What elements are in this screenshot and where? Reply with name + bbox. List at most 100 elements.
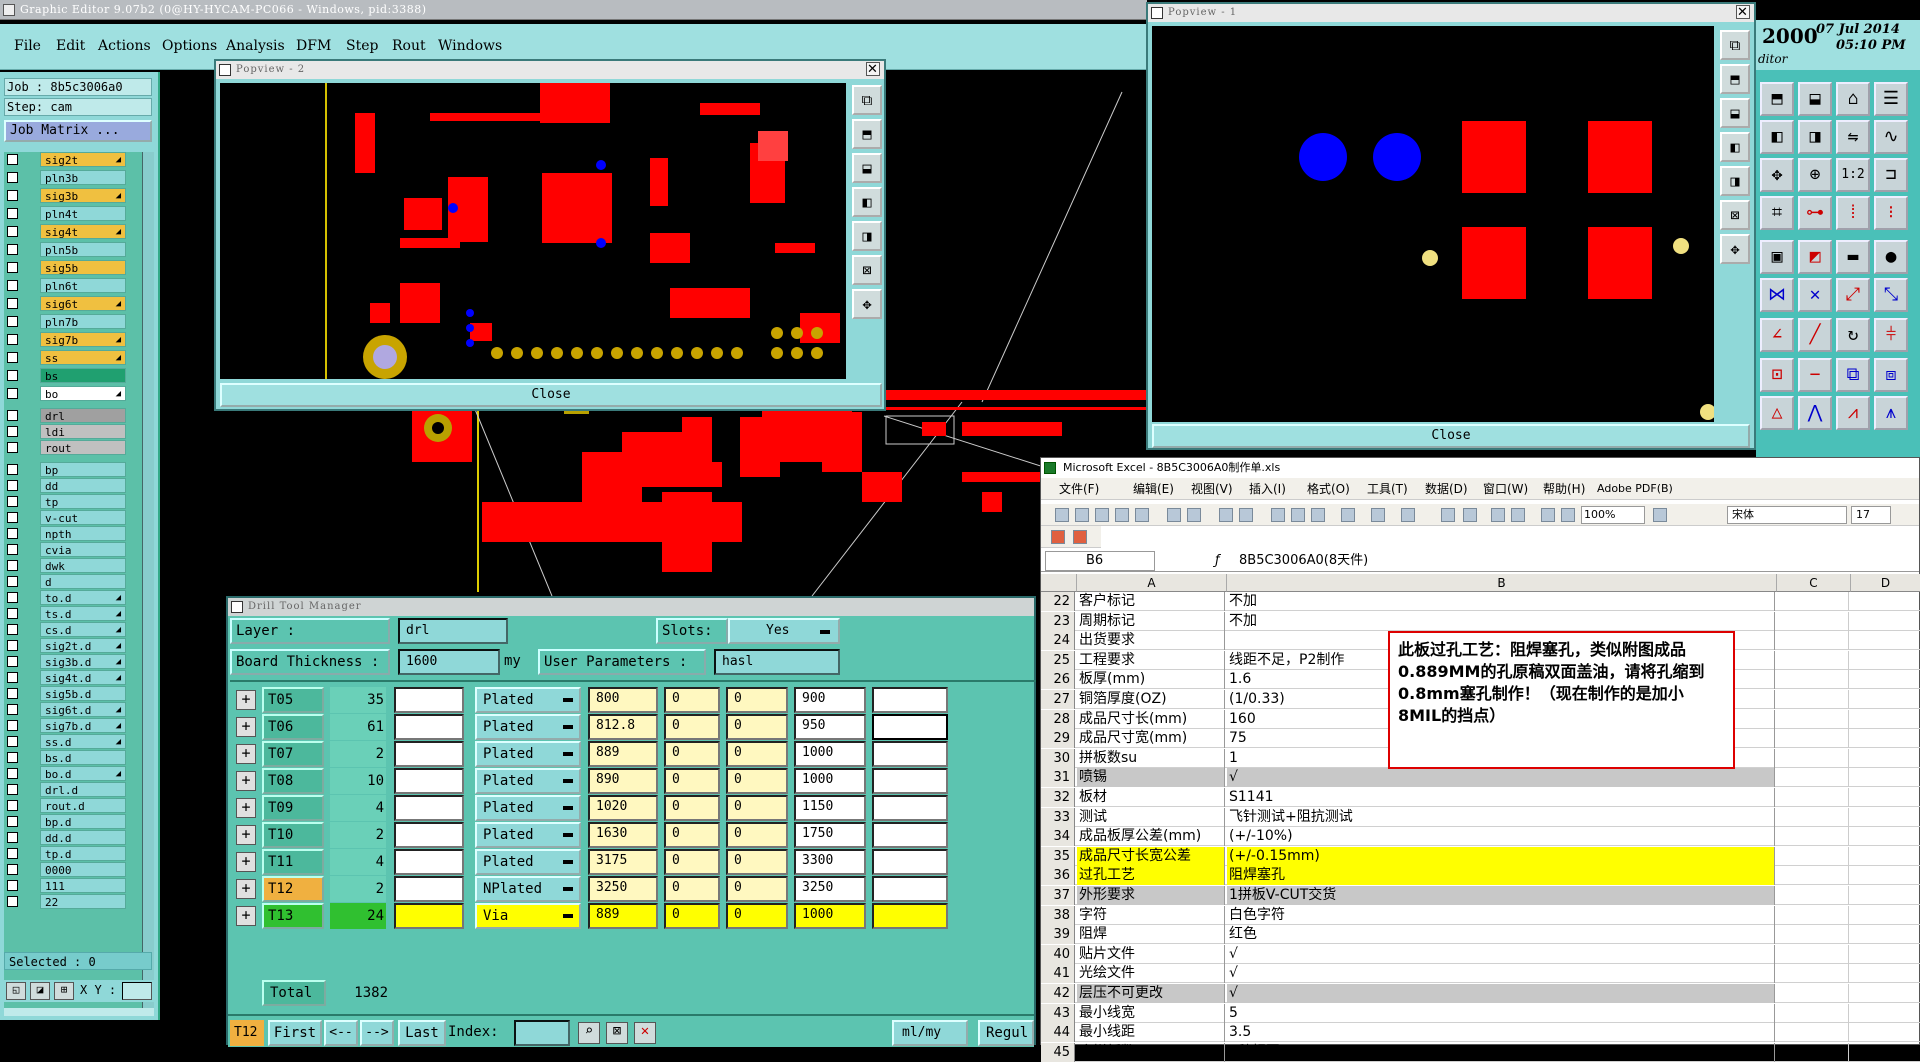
layer-name[interactable]: bp xyxy=(40,462,126,477)
cell-b[interactable]: 5 xyxy=(1227,1003,1775,1023)
tool-center-icon[interactable]: ⊕ xyxy=(1798,158,1832,192)
zoom-dropdown[interactable]: 100% xyxy=(1581,506,1645,524)
cell-a[interactable]: 成品尺寸长宽公差 xyxy=(1077,846,1225,866)
formula-value[interactable]: 8B5C3006A0(8天件) xyxy=(1239,550,1368,572)
popview-1-close-button[interactable]: Close xyxy=(1152,424,1750,448)
tool-finish-field[interactable]: 1000 xyxy=(794,903,866,929)
select-all-corner[interactable] xyxy=(1041,574,1077,592)
cell-a[interactable]: 最小线宽 xyxy=(1077,1003,1225,1023)
layer-row[interactable]: 0000 xyxy=(4,862,126,877)
cell-c[interactable] xyxy=(1777,650,1849,670)
cell-c[interactable] xyxy=(1777,709,1849,729)
layer-checkbox[interactable] xyxy=(7,592,18,603)
layer-row[interactable]: bp.d xyxy=(4,814,126,829)
autosum-icon[interactable] xyxy=(1463,508,1477,522)
layer-name[interactable]: pln4t xyxy=(40,206,126,221)
row-header[interactable]: 45 xyxy=(1041,1042,1075,1062)
tool-size-field[interactable]: 889 xyxy=(588,741,658,767)
layer-checkbox[interactable] xyxy=(7,352,18,363)
layer-name[interactable]: bs.d xyxy=(40,750,126,765)
layer-row[interactable]: cvia xyxy=(4,542,126,557)
tool-bottom-icon[interactable]: ⬓ xyxy=(1798,82,1832,116)
row-header[interactable]: 34 xyxy=(1041,827,1075,847)
layer-row[interactable]: sig2t.d ◢ xyxy=(4,638,126,653)
tool-size-field[interactable]: 3250 xyxy=(588,876,658,902)
tool-select-icon[interactable]: ⁝ xyxy=(1874,196,1908,230)
layer-checkbox[interactable] xyxy=(7,208,18,219)
print-icon[interactable] xyxy=(1167,508,1181,522)
layer-row[interactable]: dwk xyxy=(4,558,126,573)
layer-checkbox[interactable] xyxy=(7,784,18,795)
tool-type-dropdown[interactable]: NPlated xyxy=(475,876,581,902)
tool-type-dropdown[interactable]: Plated xyxy=(475,822,581,848)
layer-checkbox[interactable] xyxy=(7,190,18,201)
menu-windows[interactable]: Windows xyxy=(438,38,502,54)
tool-tol-minus-field[interactable]: 0 xyxy=(726,795,788,821)
row-header[interactable]: 28 xyxy=(1041,709,1075,729)
col-header-a[interactable]: A xyxy=(1077,574,1227,592)
pv1-zoom-icon[interactable]: ⧉ xyxy=(1720,30,1750,60)
units-dropdown[interactable]: ml/my xyxy=(892,1020,968,1046)
first-button[interactable]: First xyxy=(268,1020,322,1046)
layer-name[interactable]: sig3b.d ◢ xyxy=(40,654,126,669)
tool-extra-field[interactable] xyxy=(872,876,948,902)
copy-icon[interactable] xyxy=(1291,508,1305,522)
tool-scale-icon[interactable]: 1:2 xyxy=(1836,158,1870,192)
layer-row[interactable]: sig3b ◢ xyxy=(4,188,126,203)
tool-tol-minus-field[interactable]: 0 xyxy=(726,741,788,767)
new-icon[interactable] xyxy=(1055,508,1069,522)
user-parameters-field[interactable]: hasl xyxy=(714,649,840,675)
cell-b[interactable]: 阻焊塞孔 xyxy=(1227,866,1775,886)
layer-name[interactable]: to.d ◢ xyxy=(40,590,126,605)
menu-step[interactable]: Step xyxy=(346,38,378,54)
layer-name[interactable]: drl xyxy=(40,408,126,423)
hyperlink-icon[interactable] xyxy=(1441,508,1455,522)
layer-checkbox[interactable] xyxy=(7,154,18,165)
layer-row[interactable]: to.d ◢ xyxy=(4,590,126,605)
layer-name[interactable]: sig6t.d ◢ xyxy=(40,702,126,717)
tool-tol-minus-field[interactable]: 0 xyxy=(726,822,788,848)
tool-trace-icon[interactable]: ⩘ xyxy=(1836,396,1870,430)
tool-right-icon[interactable]: ◨ xyxy=(1798,120,1832,154)
tool-type-dropdown[interactable]: Plated xyxy=(475,741,581,767)
layer-row[interactable]: cs.d ◢ xyxy=(4,622,126,637)
layer-row[interactable]: bo ◢ xyxy=(4,386,126,401)
tool-extra-field[interactable] xyxy=(872,822,948,848)
cell-b[interactable]: 白色字符 xyxy=(1227,905,1775,925)
cell-c[interactable] xyxy=(1777,944,1849,964)
tool-extra-field[interactable] xyxy=(872,741,948,767)
cell-b[interactable]: 红色 xyxy=(1227,925,1775,945)
tool-extra-field[interactable] xyxy=(872,768,948,794)
tool-finish-field[interactable]: 1150 xyxy=(794,795,866,821)
layer-checkbox[interactable] xyxy=(7,226,18,237)
layer-checkbox[interactable] xyxy=(7,752,18,763)
cell-c[interactable] xyxy=(1777,729,1849,749)
layer-name[interactable]: ldi xyxy=(40,424,126,439)
tool-tol-plus-field[interactable]: 0 xyxy=(664,903,720,929)
layer-row[interactable]: drl.d xyxy=(4,782,126,797)
layer-name[interactable]: rout.d xyxy=(40,798,126,813)
expand-icon[interactable]: + xyxy=(236,744,256,764)
cell-a[interactable]: 出货要求 xyxy=(1077,631,1225,651)
last-button[interactable]: Last xyxy=(398,1020,446,1046)
tool-move-icon[interactable]: ⊡ xyxy=(1760,358,1794,392)
popview-2-close-icon[interactable]: ✕ xyxy=(866,62,880,76)
layer-name[interactable]: cvia xyxy=(40,542,126,557)
save-icon[interactable] xyxy=(1095,508,1109,522)
layer-row[interactable]: pln7b xyxy=(4,314,126,329)
layer-checkbox[interactable] xyxy=(7,816,18,827)
cell-a[interactable]: 外形要求 xyxy=(1077,886,1225,905)
tool-comment-field[interactable] xyxy=(394,714,464,740)
layer-checkbox[interactable] xyxy=(7,528,18,539)
cell-a[interactable]: 成品板厚公差(mm) xyxy=(1077,827,1225,847)
tool-size-field[interactable]: 890 xyxy=(588,768,658,794)
excel-menu-window[interactable]: 窗口(W) xyxy=(1483,478,1528,500)
layer-name[interactable]: sig6t ◢ xyxy=(40,296,126,311)
layer-row[interactable]: dd xyxy=(4,478,126,493)
cell-c[interactable] xyxy=(1777,846,1849,866)
excel-menu-view[interactable]: 视图(V) xyxy=(1191,478,1233,500)
tool-mirror-icon[interactable]: ⇋ xyxy=(1836,120,1870,154)
chart-icon[interactable] xyxy=(1541,508,1555,522)
pv2-zoom-icon[interactable]: ⧉ xyxy=(852,85,882,115)
pdf-email-icon[interactable] xyxy=(1073,530,1087,544)
